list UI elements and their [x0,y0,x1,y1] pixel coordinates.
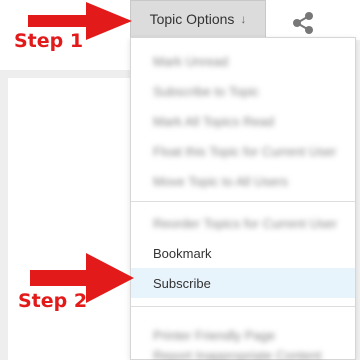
menu-item-reorder-topics[interactable]: Reorder Topics for Current User [131,208,355,238]
menu-separator [131,306,355,307]
menu-item-float-topic[interactable]: Float this Topic for Current User [131,136,355,166]
menu-item-subscribe[interactable]: Subscribe [131,268,355,298]
menu-item-subscribe-topic[interactable]: Subscribe to Topic [131,76,355,106]
menu-item-mark-all-read[interactable]: Mark All Topics Read [131,106,355,136]
menu-item-bookmark[interactable]: Bookmark [131,238,355,268]
step1-label: Step 1 [14,30,84,52]
menu-separator [131,201,355,202]
menu-item-report-content[interactable]: Report Inappropriate Content [131,340,355,360]
step2-label: Step 2 [18,290,88,312]
menu-item-move-topic[interactable]: Move Topic to All Users [131,166,355,196]
topic-options-button[interactable]: Topic Options ↓ [130,0,266,38]
arrow-down-icon: ↓ [240,12,247,26]
topic-options-menu: Mark Unread Subscribe to Topic Mark All … [130,37,356,360]
content-panel [8,78,130,360]
topic-options-label: Topic Options [149,11,235,27]
menu-item-mark-unread[interactable]: Mark Unread [131,46,355,76]
share-icon[interactable] [290,10,316,36]
